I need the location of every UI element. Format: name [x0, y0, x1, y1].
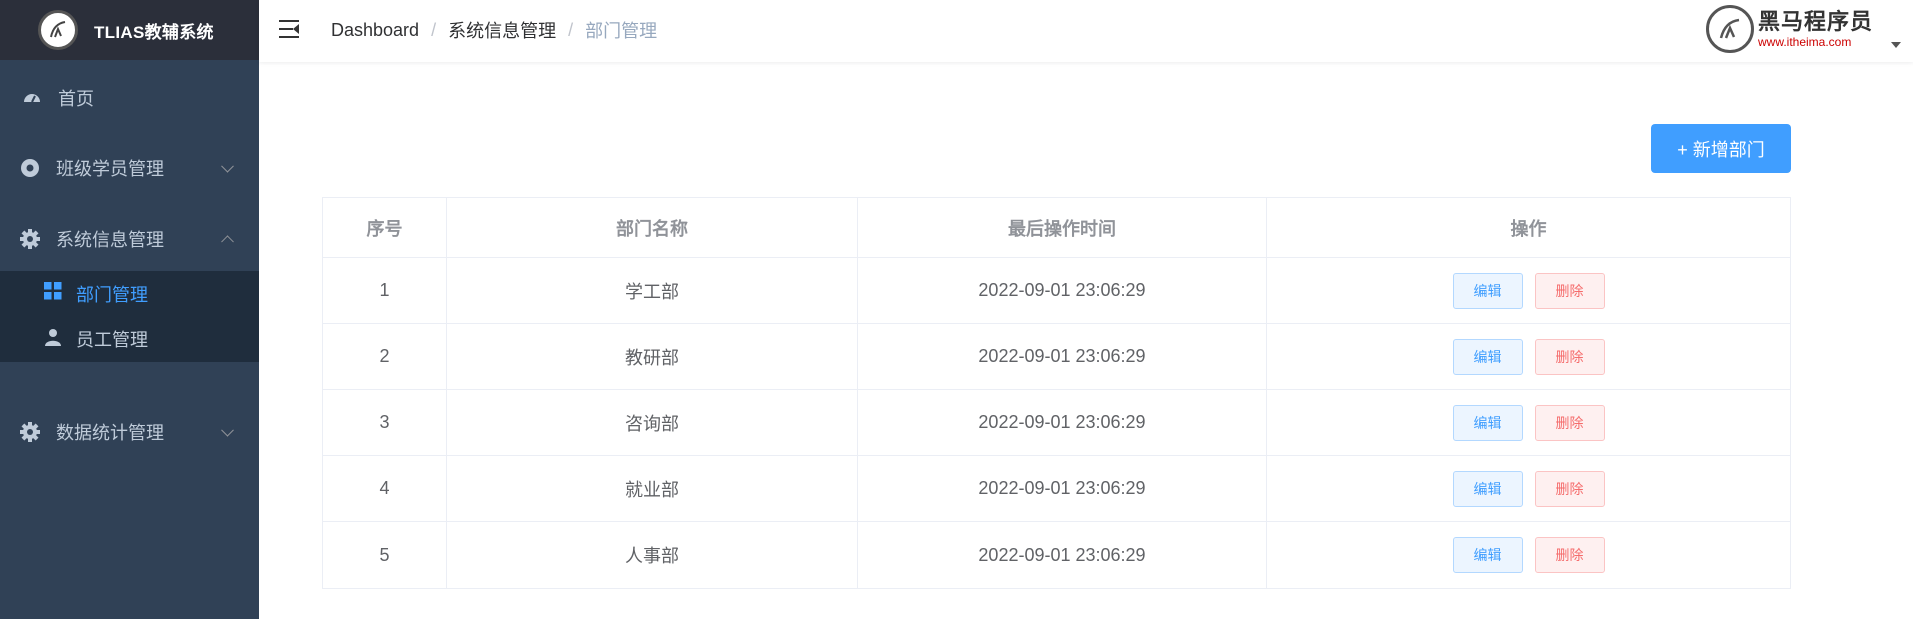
delete-button[interactable]: 删除: [1534, 404, 1605, 441]
menu-item-label: 数据统计管理: [56, 423, 164, 443]
department-name: 咨询部: [447, 390, 858, 455]
actions-cell: 编辑 删除: [1267, 324, 1790, 389]
actions-cell: 编辑 删除: [1267, 522, 1790, 588]
gear-icon: [18, 420, 42, 444]
menu-item-statistics[interactable]: 数据统计管理: [0, 404, 259, 460]
row-index: 3: [323, 390, 447, 455]
user-menu[interactable]: 黑马程序员 www.itheima.com: [1705, 5, 1901, 53]
department-name: 就业部: [447, 456, 858, 521]
edit-button[interactable]: 编辑: [1452, 272, 1523, 309]
grid-icon: [44, 282, 62, 305]
gear-icon: [18, 227, 42, 251]
department-table: 序号 部门名称 最后操作时间 操作 1 学工部 2022-09-01 23:06…: [322, 197, 1791, 589]
delete-button[interactable]: 删除: [1534, 272, 1605, 309]
actions-cell: 编辑 删除: [1267, 456, 1790, 521]
header: Dashboard / 系统信息管理 / 部门管理 黑马程序员 www.ithe…: [259, 0, 1913, 62]
breadcrumb-system-info: 系统信息管理: [448, 21, 557, 41]
caret-down-icon[interactable]: [1891, 42, 1901, 48]
menu-item-label: 班级学员管理: [56, 159, 164, 179]
last-modified-time: 2022-09-01 23:06:29: [858, 258, 1267, 323]
sidebar-item-label: 员工管理: [76, 330, 148, 350]
chevron-down-icon: [221, 423, 234, 437]
chevron-up-icon: [221, 235, 234, 249]
table-row: 5 人事部 2022-09-01 23:06:29 编辑 删除: [323, 522, 1790, 588]
logo: TLIAS教辅系统: [0, 0, 259, 60]
last-modified-time: 2022-09-01 23:06:29: [858, 456, 1267, 521]
sidebar-item-departments[interactable]: 部门管理: [0, 271, 303, 316]
menu-item-system-info[interactable]: 系统信息管理: [0, 211, 259, 267]
sidebar-item-employees[interactable]: 员工管理: [0, 316, 303, 362]
table-row: 4 就业部 2022-09-01 23:06:29 编辑 删除: [323, 456, 1790, 522]
breadcrumb-separator: /: [568, 19, 574, 40]
breadcrumb-dashboard[interactable]: Dashboard: [331, 20, 419, 41]
edit-button[interactable]: 编辑: [1452, 470, 1523, 507]
actions-cell: 编辑 删除: [1267, 258, 1790, 323]
brand-logo-icon: [1705, 5, 1754, 53]
column-header: 操作: [1510, 218, 1547, 239]
breadcrumb-separator: /: [431, 19, 437, 40]
department-name: 人事部: [447, 522, 858, 588]
department-name: 教研部: [447, 324, 858, 389]
sidebar: TLIAS教辅系统 首页 班级学员管理 系统信息管理 部门管理 员工管理 数据统…: [0, 0, 259, 619]
column-header: 部门名称: [447, 198, 858, 257]
sidebar-item-label: 部门管理: [76, 284, 148, 305]
row-index: 4: [323, 456, 447, 521]
delete-button[interactable]: 删除: [1534, 338, 1605, 375]
table-header-row: 序号 部门名称 最后操作时间 操作: [323, 198, 1790, 258]
add-department-button[interactable]: + 新增部门: [1651, 124, 1791, 173]
dashboard-icon: [20, 86, 44, 110]
table-row: 3 咨询部 2022-09-01 23:06:29 编辑 删除: [323, 390, 1790, 456]
chevron-down-icon: [221, 159, 234, 173]
breadcrumb-current: 部门管理: [585, 21, 658, 41]
brand-url: www.itheima.com: [1757, 34, 1852, 49]
actions-cell: 编辑 删除: [1267, 390, 1790, 455]
last-modified-time: 2022-09-01 23:06:29: [858, 522, 1267, 588]
column-header: 最后操作时间: [858, 198, 1267, 257]
logo-icon: [38, 10, 78, 50]
app-title: TLIAS教辅系统: [94, 22, 214, 42]
column-header: 序号: [323, 198, 447, 257]
edit-button[interactable]: 编辑: [1452, 404, 1523, 441]
brand-name: 黑马程序员: [1757, 8, 1873, 34]
submenu-system-info: 部门管理 员工管理: [0, 271, 259, 362]
user-icon: [44, 328, 62, 351]
row-index: 1: [323, 258, 447, 323]
table-row: 2 教研部 2022-09-01 23:06:29 编辑 删除: [323, 324, 1790, 390]
edit-button[interactable]: 编辑: [1452, 338, 1523, 375]
row-index: 2: [323, 324, 447, 389]
menu-item-class-students[interactable]: 班级学员管理: [0, 140, 259, 196]
table-row: 1 学工部 2022-09-01 23:06:29 编辑 删除: [323, 258, 1790, 324]
hamburger-toggle-icon[interactable]: [279, 20, 299, 38]
menu-item-home[interactable]: 首页: [0, 70, 259, 126]
delete-button[interactable]: 删除: [1534, 470, 1605, 507]
row-index: 5: [323, 522, 447, 588]
delete-button[interactable]: 删除: [1534, 537, 1605, 573]
breadcrumb: Dashboard / 系统信息管理 / 部门管理: [331, 0, 657, 60]
last-modified-time: 2022-09-01 23:06:29: [858, 324, 1267, 389]
department-name: 学工部: [447, 258, 858, 323]
menu-item-label: 首页: [58, 89, 94, 109]
help-circle-icon: [18, 156, 42, 180]
edit-button[interactable]: 编辑: [1452, 537, 1523, 573]
menu-item-label: 系统信息管理: [56, 230, 164, 250]
last-modified-time: 2022-09-01 23:06:29: [858, 390, 1267, 455]
